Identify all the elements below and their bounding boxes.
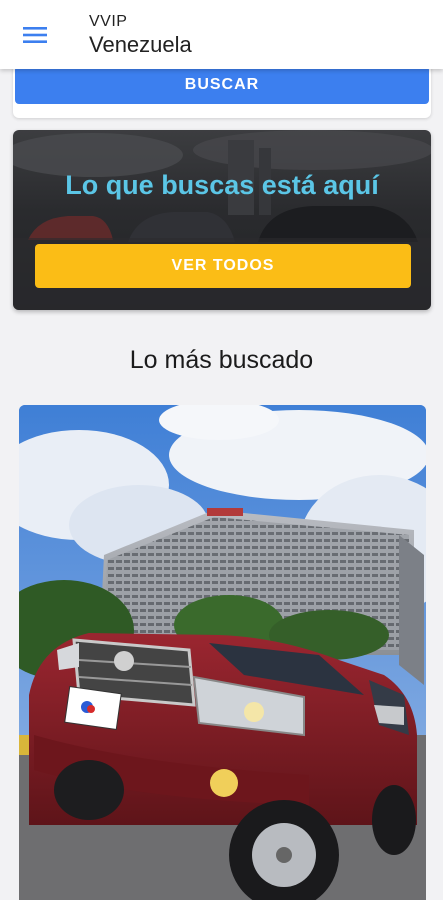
view-all-button[interactable]: VER TODOS <box>35 244 411 288</box>
hamburger-menu-icon[interactable] <box>18 20 52 50</box>
promo-headline: Lo que buscas está aquí <box>65 170 379 200</box>
app-bar: VVIP Venezuela <box>0 0 443 69</box>
featured-car-image <box>19 405 426 900</box>
app-titles: VVIP Venezuela <box>89 12 192 59</box>
app-subtitle: VVIP <box>89 13 128 30</box>
search-button[interactable]: BUSCAR <box>15 66 429 104</box>
app-title: Venezuela <box>89 32 192 57</box>
promo-banner: Lo que buscas está aquí VER TODOS <box>13 130 431 310</box>
section-title: Lo más buscado <box>129 346 314 374</box>
featured-car-card[interactable] <box>19 405 426 900</box>
